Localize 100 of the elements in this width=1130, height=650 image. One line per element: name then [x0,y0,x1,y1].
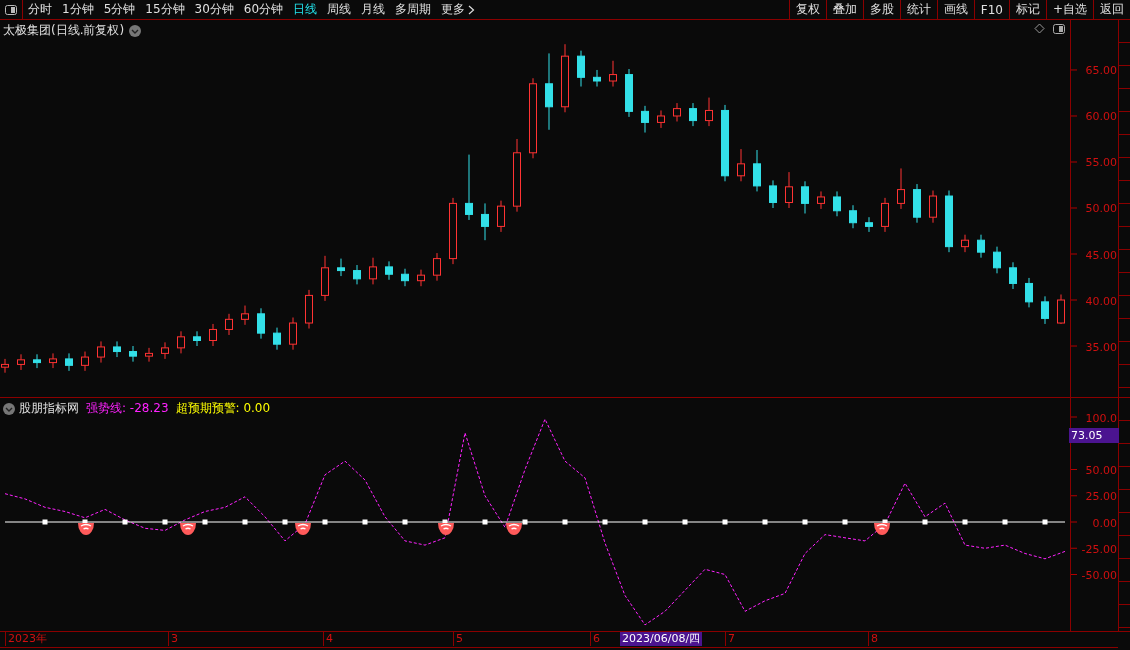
period-tab[interactable]: 30分钟 [189,0,239,19]
candle [769,179,777,209]
toolbar-button[interactable]: 标记 [1008,0,1046,19]
period-tab[interactable]: 60分钟 [238,0,289,19]
candle [641,105,649,134]
candle [97,340,105,364]
candle [881,197,889,233]
date-label: 4 [323,632,333,646]
candle [305,289,313,330]
diamond-icon[interactable] [1034,23,1045,34]
value-label: -50.00 [1081,569,1117,582]
candle [33,353,41,369]
toolbar-button[interactable]: 统计 [899,0,937,19]
period-tab[interactable]: 15分钟 [140,0,190,19]
price-label: 45.00 [1085,248,1117,262]
candle [1025,277,1033,308]
candle [289,317,297,351]
period-tab[interactable]: 1分钟 [57,0,99,19]
candle [561,43,569,113]
candle [273,327,281,351]
toolbar-button[interactable]: 画线 [936,0,974,19]
cursor-value: 73.05 [1069,428,1119,443]
candle [865,216,873,233]
candle [785,171,793,209]
candle [849,204,857,229]
toolbar-button[interactable]: F10 [973,0,1009,19]
candle [65,352,73,372]
candle [145,347,153,363]
candle [81,351,89,372]
period-tab[interactable]: 更多 [436,0,481,19]
warning-icon [295,523,311,535]
candle [737,148,745,182]
toolbar-button[interactable]: +自选 [1045,0,1093,19]
price-label: 50.00 [1085,202,1117,216]
period-tab[interactable]: 分时 [23,0,57,19]
candle [1057,294,1065,325]
candle [49,352,57,369]
candle [833,190,841,217]
candle [17,353,25,371]
date-label: 6 [590,632,600,646]
panel-toggle-icon[interactable] [1053,23,1065,34]
legend-value: 强势线: -28.23 [86,400,169,417]
candle [177,330,185,354]
candle [657,109,665,129]
value-label: -25.00 [1081,542,1117,556]
toolbar-button[interactable]: 叠加 [825,0,863,19]
candle [401,268,409,287]
candle [993,246,1001,274]
chart-title: 太极集团(日线.前复权) [3,22,125,39]
period-tab[interactable]: 周线 [322,0,357,19]
candle [321,255,329,302]
candle [705,97,713,127]
indicator-title: 股朋指标网 [19,400,79,417]
date-label: 5 [453,632,463,646]
toolbar-button[interactable]: 多股 [862,0,900,19]
dropdown-icon[interactable] [129,24,142,37]
price-label: 55.00 [1085,156,1117,170]
candle [369,257,377,285]
period-tab[interactable]: 5分钟 [98,0,141,19]
date-label: 3 [168,632,178,646]
warning-icon [874,523,890,535]
date-label: 8 [868,632,878,646]
warning-icon [438,523,454,535]
candle [385,260,393,281]
price-label: 60.00 [1085,110,1117,124]
chevron-right-icon [468,4,476,15]
period-tab[interactable]: 多周期 [390,0,437,19]
toolbar-button[interactable]: 复权 [788,0,826,19]
price-label: 40.00 [1085,294,1117,308]
candle [193,330,201,347]
candle [353,264,361,285]
value-label: 100.0 [1085,411,1117,425]
period-tab[interactable]: 日线 [288,0,323,19]
candle [753,149,761,192]
candle [497,200,505,233]
candle [817,190,825,210]
candle [897,167,905,210]
candle [161,341,169,360]
candle [913,183,921,224]
value-label: 25.00 [1085,490,1117,504]
candle [129,345,137,363]
date-label: 2023年 [5,632,47,646]
candle [673,102,681,122]
warning-icon [180,523,196,535]
cursor-date: 2023/06/08/四 [620,632,703,646]
candle [929,190,937,224]
candle [609,60,617,88]
warning-icon [506,523,522,535]
period-tab[interactable]: 月线 [356,0,391,19]
panel-icon [5,4,17,15]
candle [1041,295,1049,325]
candle [209,323,217,347]
candle [1009,261,1017,290]
value-label: 50.00 [1085,464,1117,477]
toolbar-button[interactable]: 返回 [1093,0,1130,19]
candle [625,68,633,118]
warning-icon [78,523,94,535]
candle [337,258,345,277]
dropdown-icon[interactable] [3,402,15,415]
candle [689,102,697,127]
